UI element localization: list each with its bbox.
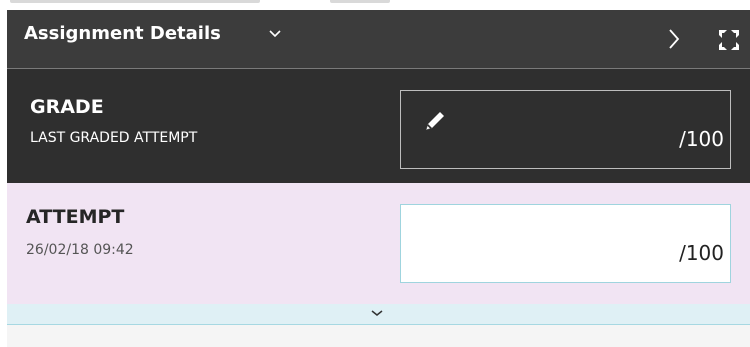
attempt-section: ATTEMPT 26/02/18 09:42 /100 — [7, 183, 750, 304]
chevron-down-icon[interactable] — [269, 28, 281, 40]
cropped-text — [330, 0, 390, 3]
grade-score-suffix: /100 — [679, 127, 724, 151]
cropped-content-strip — [0, 0, 750, 10]
chevron-right-icon[interactable] — [667, 28, 681, 50]
cropped-text — [10, 0, 260, 3]
attempt-grade-input[interactable]: /100 — [400, 204, 731, 283]
panel-header: Assignment Details — [7, 10, 750, 68]
attempt-timestamp: 26/02/18 09:42 — [26, 242, 134, 258]
attempt-label: ATTEMPT — [26, 206, 125, 228]
grade-label: GRADE — [30, 96, 104, 118]
assignment-panel: Assignment Details GRADE LAST GRADED ATT… — [0, 0, 750, 347]
attempt-score-suffix: /100 — [679, 241, 724, 265]
pencil-icon[interactable] — [423, 109, 447, 133]
panel-footer — [7, 325, 750, 347]
last-graded-attempt-label: LAST GRADED ATTEMPT — [30, 130, 198, 146]
grade-input[interactable]: /100 — [400, 90, 731, 169]
chevron-down-icon — [371, 310, 383, 316]
expand-icon[interactable] — [717, 28, 741, 52]
expand-attempts-button[interactable] — [7, 304, 750, 325]
panel-title[interactable]: Assignment Details — [24, 23, 221, 44]
grade-section: GRADE LAST GRADED ATTEMPT /100 — [7, 69, 750, 183]
